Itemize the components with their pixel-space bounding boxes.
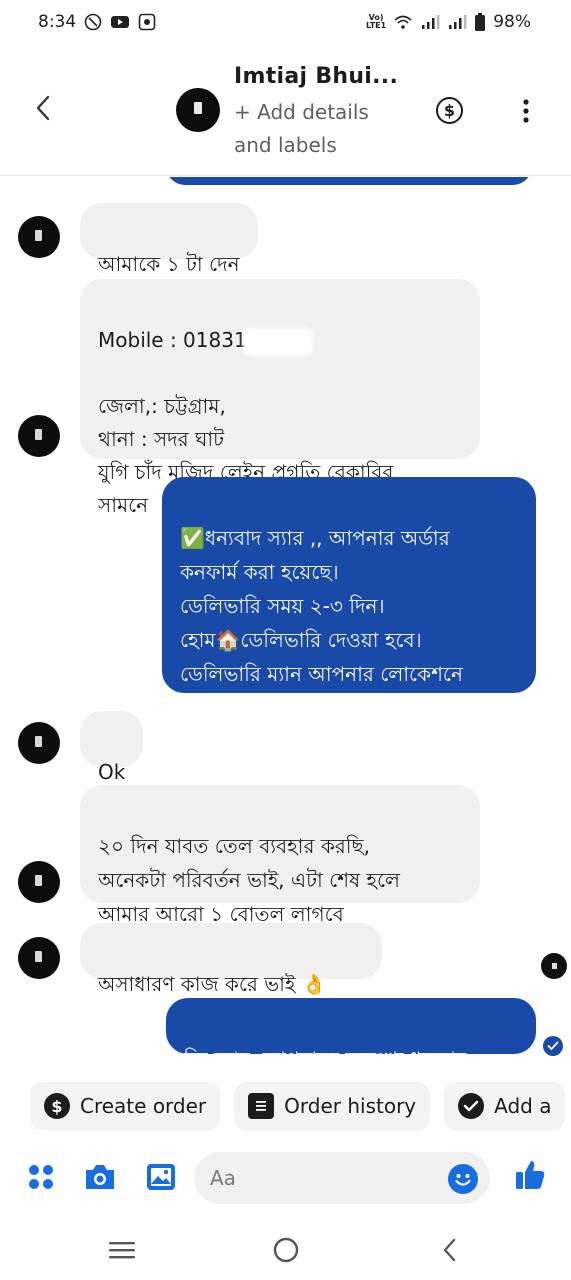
sender-avatar[interactable]: [18, 937, 60, 979]
quick-actions-row: $ Create order Order history Add a: [30, 1082, 571, 1132]
message-list[interactable]: আমাকে ১ টা দেন Mobile : 01831 জেলা,: চট্…: [0, 177, 571, 1077]
outgoing-message[interactable]: ✅ধন্যবাদ স্যার ,, আপনার অর্ডার কনফার্ম ক…: [162, 477, 536, 720]
sender-avatar[interactable]: [18, 861, 60, 903]
receipt-icon: [248, 1093, 275, 1119]
back-button[interactable]: [28, 90, 58, 126]
sender-avatar[interactable]: [18, 415, 60, 457]
add-details-link[interactable]: + Add details and labels: [234, 96, 404, 162]
status-time: 8:34: [38, 12, 77, 32]
volte-icon: Vo) LTE1: [365, 13, 387, 30]
check-circle-icon: [458, 1093, 485, 1119]
chevron-left-icon: [36, 95, 50, 121]
more-options-button[interactable]: [516, 96, 536, 126]
message-mobile-line: Mobile : 01831: [98, 324, 462, 357]
system-back-button[interactable]: [430, 1230, 470, 1270]
emoji-icon: [449, 1165, 477, 1193]
signal-icon-1: [420, 14, 440, 30]
recent-apps-button[interactable]: [102, 1230, 142, 1270]
battery-percent: 98%: [493, 12, 531, 32]
camera-button[interactable]: [83, 1160, 117, 1194]
four-dots-icon: [29, 1165, 53, 1189]
conversation-header: Imtiaj Bhui... + Add details and labels …: [0, 44, 571, 176]
incoming-message[interactable]: অসাধারণ কাজ করে ভাই 👌: [80, 923, 382, 996]
create-order-chip[interactable]: $ Create order: [30, 1082, 221, 1130]
contact-name[interactable]: Imtiaj Bhui...: [234, 64, 398, 89]
seen-avatar-indicator: [541, 953, 567, 979]
battery-icon: [474, 13, 486, 31]
dollar-circle-icon: $: [44, 1093, 70, 1119]
camera-icon: [86, 1165, 114, 1189]
like-button[interactable]: [513, 1158, 547, 1192]
message-text: জি স্যার, আপনাকে অসংখ্য ধন্যবাদ: [184, 1047, 467, 1071]
outgoing-message[interactable]: জি স্যার, আপনাকে অসংখ্য ধন্যবাদ: [166, 998, 536, 1071]
home-button[interactable]: [266, 1230, 306, 1270]
redacted-number: [242, 327, 313, 356]
status-right: Vo) LTE1 98%: [366, 12, 531, 32]
dollar-icon: $: [443, 101, 456, 120]
message-input[interactable]: [194, 1152, 490, 1204]
incoming-message[interactable]: Ok: [80, 711, 143, 784]
system-nav-bar: [0, 1216, 571, 1280]
status-left: 8:34: [38, 12, 156, 32]
more-actions-button[interactable]: [24, 1160, 58, 1194]
message-composer: [0, 1148, 571, 1208]
previous-outgoing-bubble: [166, 177, 532, 185]
image-icon: [147, 1164, 175, 1190]
status-bar: 8:34 Vo) LTE1 98%: [0, 0, 571, 44]
sender-avatar[interactable]: [18, 216, 60, 258]
payment-button[interactable]: $: [436, 97, 463, 124]
incoming-message[interactable]: ২০ দিন যাবত তেল ব্যবহার করছি, অনেকটা পরি…: [80, 785, 480, 926]
incoming-message[interactable]: আমাকে ১ টা দেন: [80, 203, 258, 276]
mobile-number-text: Mobile : 01831: [98, 328, 247, 352]
wifi-icon: [393, 14, 413, 30]
message-text: ২০ দিন যাবত তেল ব্যবহার করছি, অনেকটা পরি…: [98, 834, 400, 926]
add-details-text: + Add details and labels: [234, 100, 369, 157]
signal-icon-2: [447, 14, 467, 30]
do-not-disturb-icon: [84, 13, 102, 31]
thumbs-up-icon: [516, 1161, 545, 1189]
incoming-message[interactable]: Mobile : 01831 জেলা,: চট্টগ্রাম, থানা : …: [80, 279, 480, 517]
message-text: অসাধারণ কাজ করে ভাই 👌: [98, 972, 327, 996]
order-history-label: Order history: [284, 1094, 417, 1118]
message-text: ✅ধন্যবাদ স্যার ,, আপনার অর্ডার কনফার্ম ক…: [180, 526, 463, 720]
add-label-chip[interactable]: Add a: [444, 1082, 566, 1130]
add-label-text: Add a: [494, 1094, 552, 1118]
more-vertical-icon: [523, 99, 529, 123]
message-text: আমাকে ১ টা দেন: [98, 252, 240, 276]
contact-avatar[interactable]: [176, 88, 220, 132]
chevron-left-icon: [443, 1238, 456, 1262]
youtube-icon: [110, 14, 130, 30]
menu-lines-icon: [109, 1242, 135, 1259]
home-circle-icon: [273, 1237, 299, 1263]
delivered-check-icon: [543, 1036, 563, 1056]
notification-app-icon: [138, 13, 156, 31]
order-history-chip[interactable]: Order history: [234, 1082, 431, 1130]
sender-avatar[interactable]: [18, 722, 60, 764]
gallery-button[interactable]: [144, 1160, 178, 1194]
emoji-button[interactable]: [448, 1164, 478, 1194]
message-text: Ok: [98, 760, 126, 784]
create-order-label: Create order: [80, 1094, 207, 1118]
